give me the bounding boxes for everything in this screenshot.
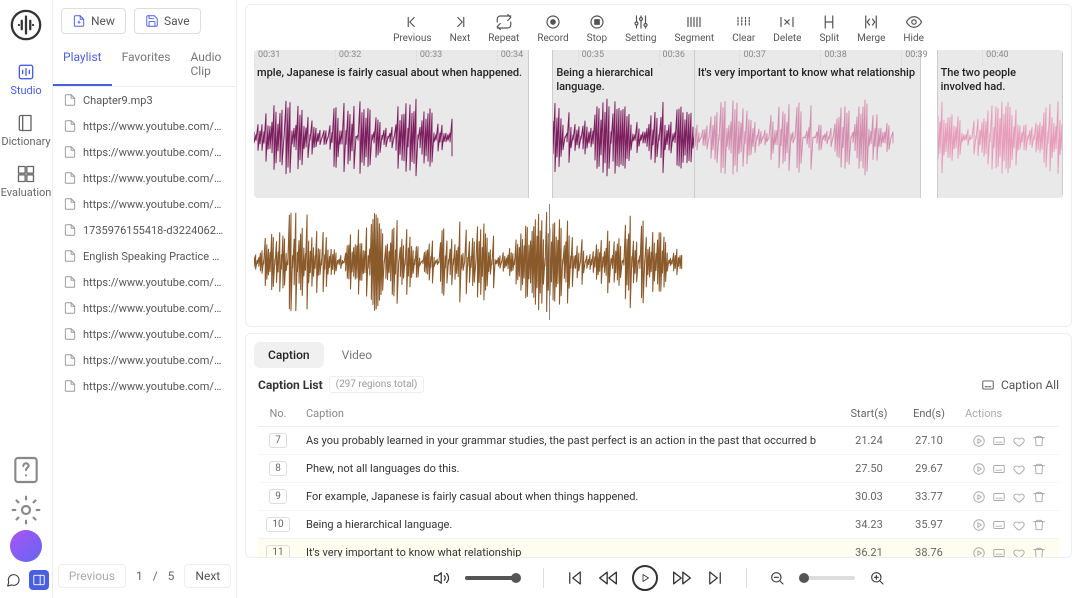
user-avatar[interactable] (10, 530, 42, 562)
overview-waveform[interactable] (254, 204, 683, 320)
pager-prev[interactable]: Previous (58, 564, 126, 588)
tick: 00:37 (739, 50, 820, 66)
pager-next[interactable]: Next (184, 564, 231, 588)
rewind-icon[interactable] (598, 568, 618, 588)
playlist-item[interactable]: https://www.youtube.com/watch?v=... (53, 373, 236, 399)
waveform-region[interactable]: The two people involved had. (938, 50, 1063, 198)
prev-track-icon[interactable] (566, 569, 584, 587)
tick: 00:36 (659, 50, 740, 66)
tool-record[interactable]: Record (537, 13, 568, 44)
caption-list-title: Caption List (258, 378, 323, 392)
forward-icon[interactable] (672, 568, 692, 588)
row-actions[interactable] (959, 518, 1059, 532)
tool-merge[interactable]: Merge (857, 13, 885, 44)
chat-icon[interactable] (3, 570, 23, 590)
playlist-item[interactable]: English Speaking Practice with Shad... (53, 243, 236, 269)
tick: 00:38 (820, 50, 901, 66)
playlist-item[interactable]: https://www.youtube.com/watch?v=... (53, 347, 236, 373)
nav-studio[interactable]: Studio (0, 54, 52, 105)
caption-row[interactable]: 11It's very important to know what relat… (258, 539, 1059, 557)
waveform-region[interactable]: Being a hierarchical language. (553, 50, 695, 198)
tool-previous[interactable]: Previous (393, 13, 432, 44)
play-button[interactable] (632, 565, 658, 591)
volume-icon[interactable] (433, 569, 451, 587)
tool-split[interactable]: Split (819, 13, 839, 44)
tab-favorites[interactable]: Favorites (112, 42, 181, 86)
zoom-slider[interactable] (799, 576, 855, 580)
playlist-item[interactable]: 1735976155418-d32240620e21017a... (53, 217, 236, 243)
tool-setting[interactable]: Setting (625, 13, 656, 44)
tool-repeat[interactable]: Repeat (488, 13, 519, 44)
settings-icon[interactable] (10, 494, 42, 526)
tick: 00:34 (497, 50, 578, 66)
tab-playlist[interactable]: Playlist (53, 42, 112, 86)
pager-total: 5 (168, 569, 175, 583)
help-icon[interactable] (10, 454, 42, 486)
tool-clear[interactable]: Clear (732, 13, 755, 44)
tab-audioclip[interactable]: Audio Clip (180, 42, 236, 86)
tick: 00:35 (578, 50, 659, 66)
row-actions[interactable] (959, 434, 1059, 448)
tool-next[interactable]: Next (450, 13, 471, 44)
tool-stop[interactable]: Stop (587, 13, 607, 44)
waveform-region[interactable]: It's very important to know what relatio… (695, 50, 922, 198)
playlist-item[interactable]: https://www.youtube.com/watch?v=x... (53, 139, 236, 165)
tick: 00:33 (416, 50, 497, 66)
tick: 00:32 (335, 50, 416, 66)
nav-evaluation[interactable]: Evaluation (0, 156, 52, 207)
caption-row[interactable]: 10Being a hierarchical language.34.2335.… (258, 511, 1059, 539)
app-logo (9, 8, 43, 42)
tick: 00:40 (982, 50, 1063, 66)
waveform-region[interactable]: mple, Japanese is fairly casual about wh… (254, 50, 529, 198)
next-track-icon[interactable] (706, 569, 724, 587)
row-actions[interactable] (959, 546, 1059, 558)
tab-video[interactable]: Video (328, 342, 387, 368)
playhead[interactable] (549, 204, 550, 320)
playlist-item[interactable]: https://www.youtube.com/watch?v=x... (53, 165, 236, 191)
playlist-item[interactable]: Chapter9.mp3 (53, 87, 236, 113)
waveform-region[interactable] (529, 50, 553, 198)
playlist-item[interactable]: https://www.youtube.com/watch?v=... (53, 295, 236, 321)
caption-all-button[interactable]: Caption All (981, 378, 1059, 392)
tool-segment[interactable]: Segment (674, 13, 714, 44)
playlist-item[interactable]: https://www.youtube.com/watch?v=x... (53, 113, 236, 139)
tab-caption[interactable]: Caption (254, 342, 324, 368)
playlist-item[interactable]: https://www.youtube.com/watch?v=... (53, 321, 236, 347)
row-actions[interactable] (959, 490, 1059, 504)
playlist-item[interactable]: https://www.youtube.com/watch?v=x... (53, 191, 236, 217)
waveform-region[interactable] (921, 50, 937, 198)
zoom-out-icon[interactable] (769, 570, 785, 586)
nav-dictionary[interactable]: Dictionary (0, 105, 52, 156)
panel-toggle-icon[interactable] (29, 570, 49, 590)
volume-slider[interactable] (465, 576, 521, 580)
row-actions[interactable] (959, 462, 1059, 476)
playlist-item[interactable]: https://www.youtube.com/watch?v=... (53, 269, 236, 295)
tick: 00:31 (254, 50, 335, 66)
caption-row[interactable]: 8Phew, not all languages do this.27.5029… (258, 455, 1059, 483)
zoom-in-icon[interactable] (869, 570, 885, 586)
tick: 00:39 (901, 50, 982, 66)
caption-row[interactable]: 7As you probably learned in your grammar… (258, 427, 1059, 455)
caption-row[interactable]: 9For example, Japanese is fairly casual … (258, 483, 1059, 511)
new-button[interactable]: New (61, 8, 126, 34)
tool-delete[interactable]: Delete (773, 13, 801, 44)
tool-hide[interactable]: Hide (903, 13, 924, 44)
pager-page: 1 (136, 569, 143, 583)
save-button[interactable]: Save (134, 8, 201, 34)
